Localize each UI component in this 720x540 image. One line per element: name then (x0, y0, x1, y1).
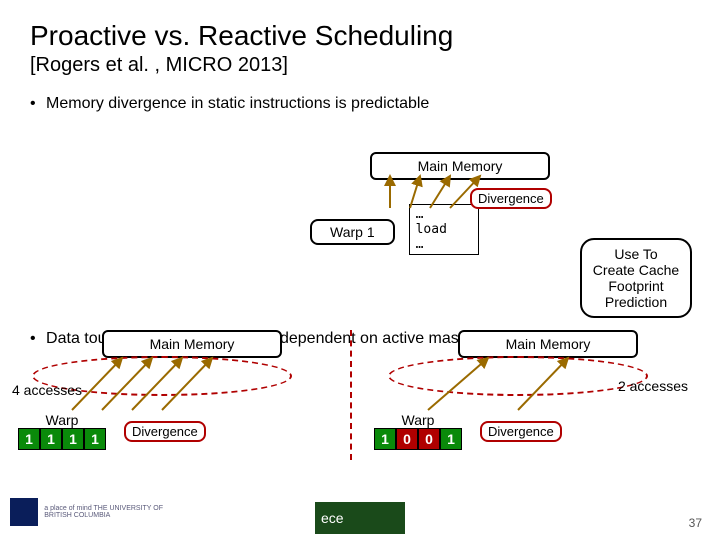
warp-1-box: Warp 1 (310, 219, 395, 245)
code-line-3: … (416, 237, 472, 252)
callout-l2: Create Cache (592, 262, 680, 278)
divergence-label-left: Divergence (124, 421, 206, 442)
vertical-divider (350, 330, 352, 460)
mask-bit: 1 (84, 428, 106, 450)
code-line-2: load (416, 222, 472, 237)
callout-l1: Use To (592, 246, 680, 262)
slide-title: Proactive vs. Reactive Scheduling (30, 20, 690, 52)
mask-bit: 1 (440, 428, 462, 450)
ubc-crest-icon (10, 498, 38, 526)
bullet-1: Memory divergence in static instructions… (30, 95, 690, 113)
warp-label-left: Warp (18, 412, 106, 428)
mask-bit: 0 (396, 428, 418, 450)
mask-bit: 1 (18, 428, 40, 450)
footer: a place of mind THE UNIVERSITY OF BRITIS… (10, 494, 710, 534)
divergence-label-right: Divergence (480, 421, 562, 442)
mask-bit: 1 (40, 428, 62, 450)
accesses-left: 4 accesses (12, 382, 82, 398)
mask-bit: 1 (62, 428, 84, 450)
warp-label-right: Warp (374, 412, 462, 428)
mask-left: 1 1 1 1 (18, 428, 106, 450)
diagram-right: Main Memory 2 accesses Warp 1 0 0 1 Dive… (368, 330, 688, 358)
accesses-right: 2 accesses (618, 378, 688, 394)
divergence-label-top: Divergence (470, 188, 552, 209)
mask-right: 1 0 0 1 (374, 428, 462, 450)
prediction-callout: Use To Create Cache Footprint Prediction (580, 238, 692, 318)
page-number: 37 (689, 516, 702, 530)
callout-l4: Prediction (592, 294, 680, 310)
ubc-logo: a place of mind THE UNIVERSITY OF BRITIS… (10, 498, 170, 534)
mask-bit: 0 (418, 428, 440, 450)
mask-bit: 1 (374, 428, 396, 450)
citation: [Rogers et al. , MICRO 2013] (30, 54, 690, 77)
callout-l3: Footprint (592, 278, 680, 294)
diagram-top: Main Memory Warp 1 … load … Divergence (310, 152, 570, 255)
diagram-left: Main Memory 4 accesses Warp 1 1 1 1 Dive… (12, 330, 332, 358)
ubc-text: a place of mind THE UNIVERSITY OF BRITIS… (44, 505, 164, 519)
ece-logo: ece (315, 502, 405, 534)
